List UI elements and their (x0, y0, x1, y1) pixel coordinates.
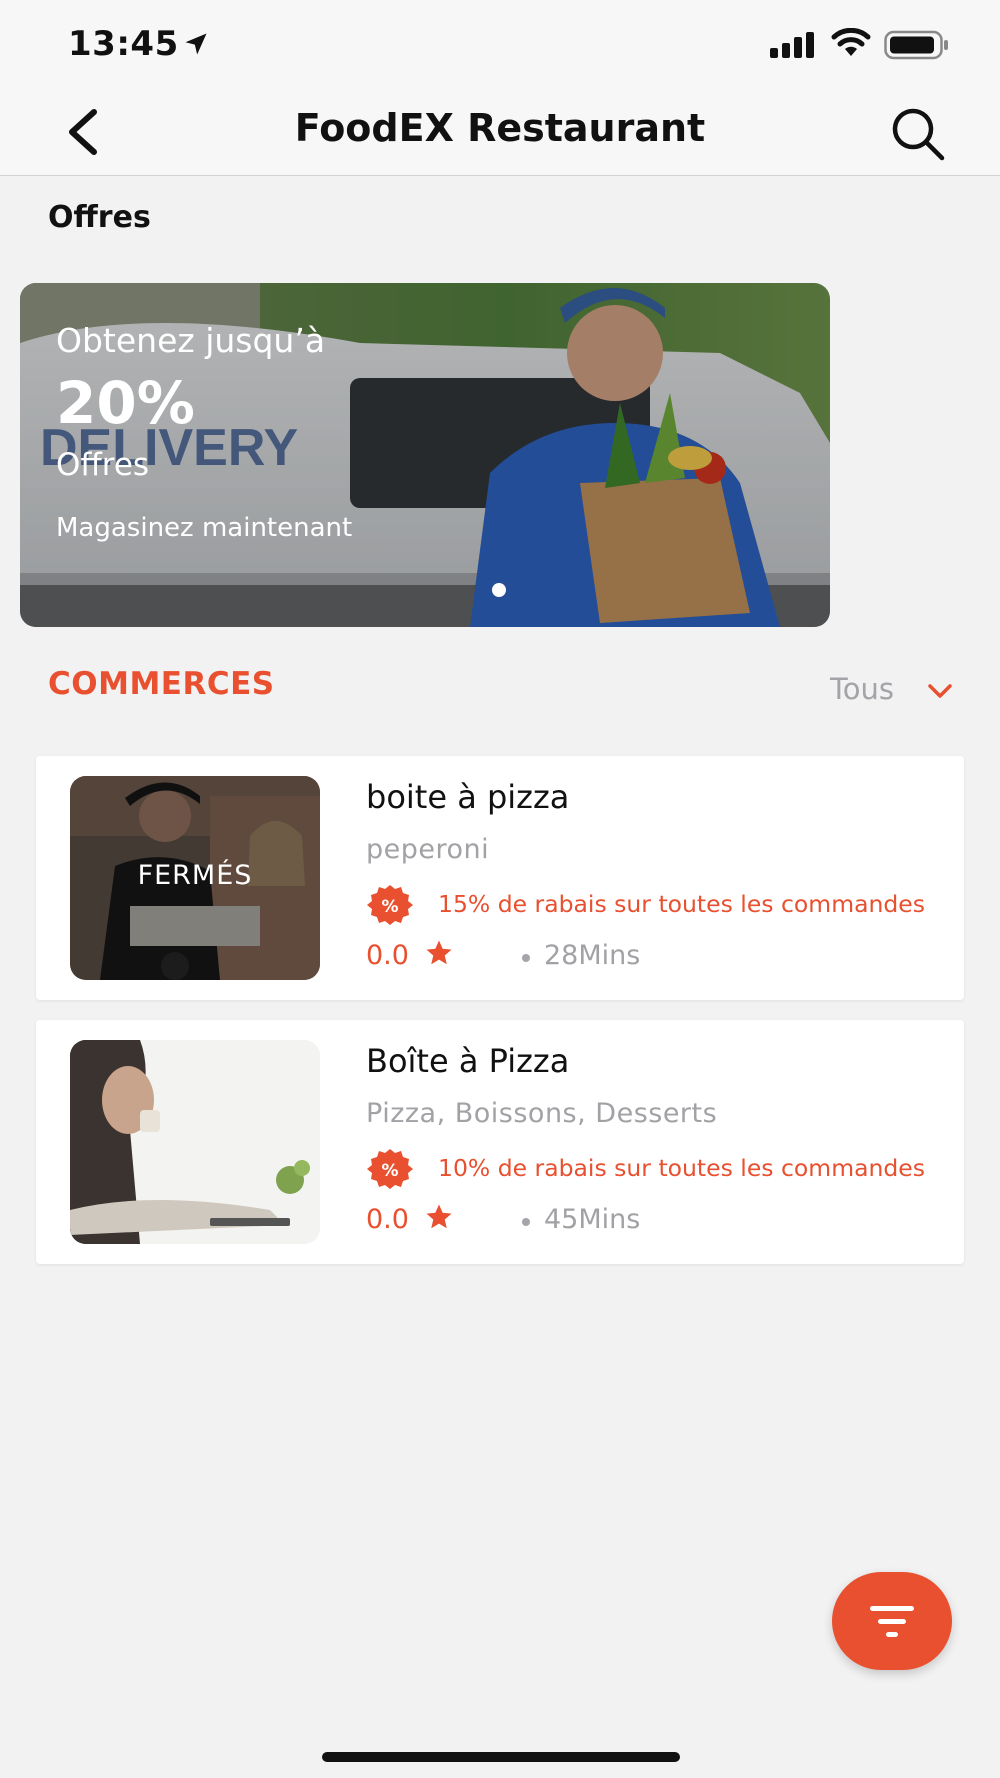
filter-fab-button[interactable] (832, 1572, 952, 1670)
wifi-icon (831, 28, 871, 56)
store-cuisine: Pizza, Boissons, Desserts (366, 1098, 718, 1129)
store-name: boite à pizza (366, 778, 570, 816)
svg-text:%: % (381, 897, 398, 917)
stores-section-title: COMMERCES (48, 666, 275, 702)
navigation-bar: FoodEX Restaurant (0, 90, 1000, 176)
search-icon[interactable] (886, 102, 950, 166)
svg-text:%: % (381, 1161, 398, 1181)
discount-badge-icon: % (367, 885, 413, 925)
store-name: Boîte à Pizza (366, 1042, 570, 1080)
offer-banner[interactable]: DELIVERY Obtenez jusqu’à 20% Offres Maga… (20, 283, 830, 627)
discount-badge-icon: % (367, 1149, 413, 1189)
star-icon (426, 1204, 452, 1229)
store-cuisine: peperoni (366, 834, 490, 865)
store-image: FERMÉS (70, 776, 320, 980)
woman-drinking-photo (70, 1040, 320, 1244)
status-bar: 13:45 (0, 0, 1000, 90)
banner-headline: Obtenez jusqu’à (56, 321, 326, 360)
store-filter-dropdown[interactable]: Tous (830, 672, 894, 706)
chevron-down-icon[interactable] (926, 680, 954, 702)
offers-section-title: Offres (48, 200, 151, 235)
banner-percent: 20% (56, 369, 195, 437)
banner-cta[interactable]: Magasinez maintenant (56, 513, 352, 543)
page-title: FoodEX Restaurant (294, 106, 706, 150)
store-card[interactable]: Boîte à Pizza Pizza, Boissons, Desserts … (36, 1020, 964, 1264)
filter-icon (870, 1606, 914, 1637)
closed-status-label: FERMÉS (137, 860, 253, 891)
banner-subtitle: Offres (56, 447, 150, 483)
location-arrow-icon (185, 33, 207, 55)
star-icon (426, 940, 452, 965)
separator-dot (522, 1218, 530, 1226)
cellular-signal-icon (770, 32, 814, 58)
battery-icon (884, 30, 948, 60)
store-rating: 0.0 (366, 1204, 409, 1235)
store-delivery-time: 45Mins (544, 1204, 641, 1235)
carousel-page-indicator[interactable] (492, 583, 506, 597)
store-card[interactable]: FERMÉS boite à pizza peperoni % 15% de r… (36, 756, 964, 1000)
status-time: 13:45 (68, 24, 179, 64)
home-indicator (322, 1752, 680, 1762)
store-image (70, 1040, 320, 1244)
screen: 13:45 FoodEX Restaurant Offres DELIVERY … (0, 0, 1000, 1778)
store-rating: 0.0 (366, 940, 409, 971)
separator-dot (522, 954, 530, 962)
store-delivery-time: 28Mins (544, 940, 641, 971)
store-promo: 10% de rabais sur toutes les commandes (438, 1154, 926, 1182)
store-promo: 15% de rabais sur toutes les commandes (438, 890, 926, 918)
